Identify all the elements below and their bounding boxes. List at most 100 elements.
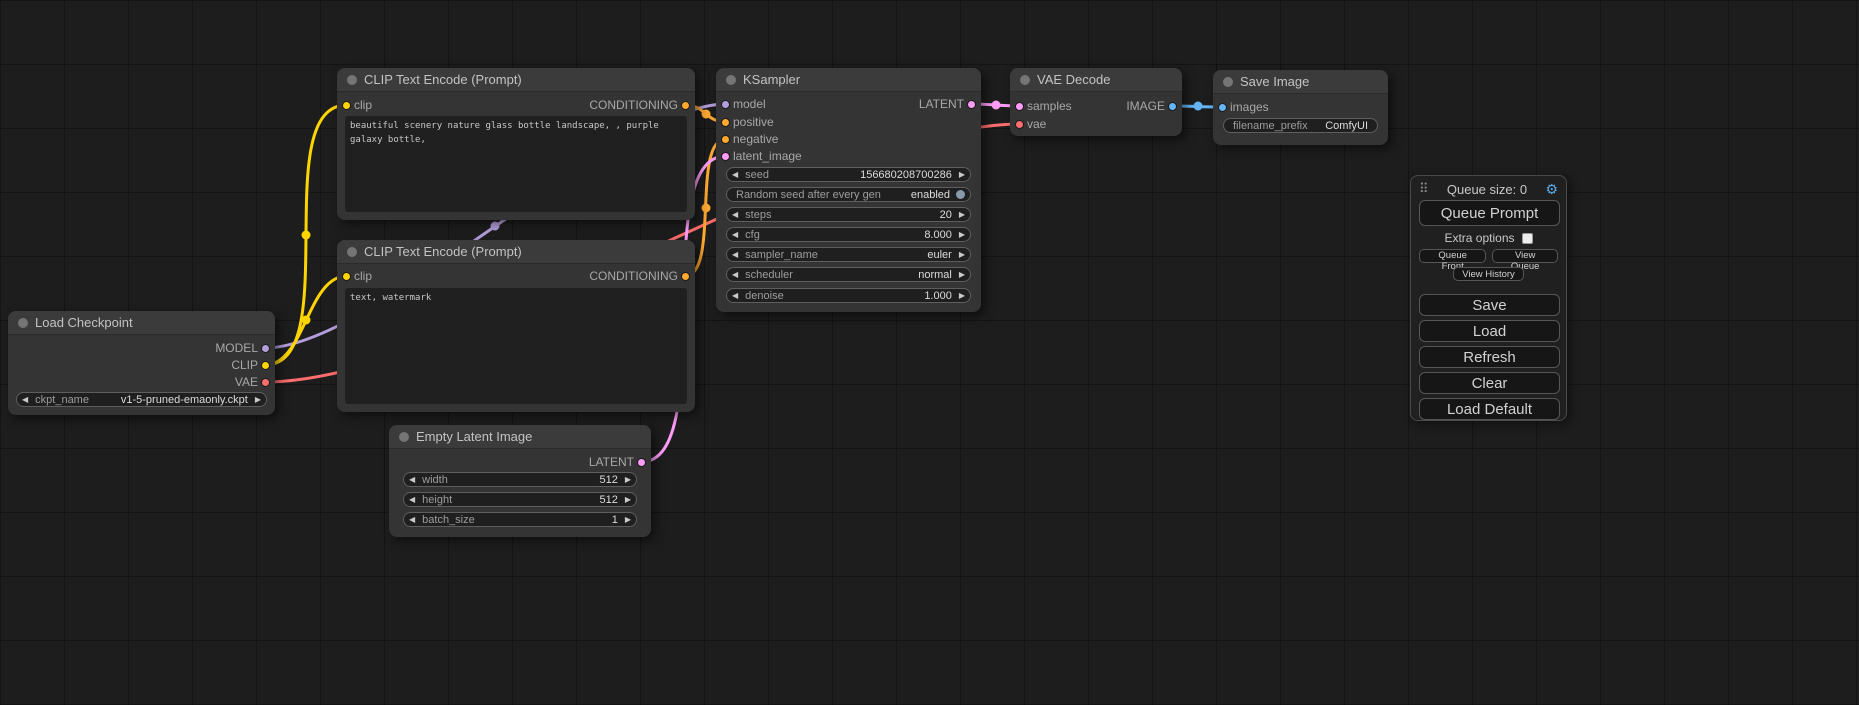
output-dot-model[interactable] [261,344,270,353]
decrement-arrow-icon[interactable]: ◀ [22,396,28,404]
node-titlebar[interactable]: Save Image [1213,70,1388,94]
widget-random-seed-toggle[interactable]: Random seed after every gen enabled [726,187,971,202]
wire-midpoint-dot [302,316,311,325]
slot-label: VAE [235,375,258,389]
widget-value: euler [927,249,951,261]
load-default-button[interactable]: Load Default [1419,398,1560,420]
queue-front-button[interactable]: Queue Front [1419,249,1486,263]
widget-seed[interactable]: ◀ seed 156680208700286 ▶ [726,167,971,182]
widget-ckpt-name[interactable]: ◀ ckpt_name v1-5-pruned-emaonly.ckpt ▶ [16,392,267,407]
node-ksampler[interactable]: KSampler model positive negative latent_… [716,68,981,312]
decrement-arrow-icon[interactable]: ◀ [732,211,738,219]
decrement-arrow-icon[interactable]: ◀ [732,231,738,239]
graph-canvas[interactable]: Load Checkpoint MODEL CLIP VAE ◀ ckpt_na… [0,0,1859,705]
increment-arrow-icon[interactable]: ▶ [959,292,965,300]
view-queue-button[interactable]: View Queue [1492,249,1558,263]
queue-prompt-button[interactable]: Queue Prompt [1419,200,1560,226]
node-titlebar[interactable]: Load Checkpoint [8,311,275,335]
collapse-dot-icon[interactable] [347,75,357,85]
increment-arrow-icon[interactable]: ▶ [959,251,965,259]
menu-drag-handle-icon[interactable]: ⠿ [1419,181,1429,197]
widget-filename-prefix[interactable]: filename_prefix ComfyUI [1223,118,1378,133]
increment-arrow-icon[interactable]: ▶ [959,231,965,239]
decrement-arrow-icon[interactable]: ◀ [732,171,738,179]
widget-width[interactable]: ◀ width 512 ▶ [403,472,637,487]
input-dot-images[interactable] [1218,103,1227,112]
node-save-image[interactable]: Save Image images filename_prefix ComfyU… [1213,70,1388,145]
increment-arrow-icon[interactable]: ▶ [625,516,631,524]
increment-arrow-icon[interactable]: ▶ [625,496,631,504]
decrement-arrow-icon[interactable]: ◀ [409,496,415,504]
node-titlebar[interactable]: CLIP Text Encode (Prompt) [337,68,695,92]
widget-denoise[interactable]: ◀ denoise 1.000 ▶ [726,288,971,303]
output-dot-clip[interactable] [261,361,270,370]
input-dot-positive[interactable] [721,118,730,127]
save-button[interactable]: Save [1419,294,1560,316]
output-dot-vae[interactable] [261,378,270,387]
refresh-button[interactable]: Refresh [1419,346,1560,368]
prompt-textarea[interactable]: beautiful scenery nature glass bottle la… [345,116,687,212]
output-dot-image[interactable] [1168,102,1177,111]
slot-label: positive [733,115,774,129]
increment-arrow-icon[interactable]: ▶ [255,396,261,404]
widget-cfg[interactable]: ◀ cfg 8.000 ▶ [726,227,971,242]
collapse-dot-icon[interactable] [1223,77,1233,87]
decrement-arrow-icon[interactable]: ◀ [732,292,738,300]
collapse-dot-icon[interactable] [347,247,357,257]
input-dot-clip[interactable] [342,272,351,281]
slot-label: LATENT [919,97,964,111]
collapse-dot-icon[interactable] [18,318,28,328]
increment-arrow-icon[interactable]: ▶ [625,476,631,484]
node-load-checkpoint[interactable]: Load Checkpoint MODEL CLIP VAE ◀ ckpt_na… [8,311,275,415]
node-vae-decode[interactable]: VAE Decode samples vae IMAGE [1010,68,1182,136]
collapse-dot-icon[interactable] [1020,75,1030,85]
widget-steps[interactable]: ◀ steps 20 ▶ [726,207,971,222]
settings-gear-icon[interactable]: ⚙ [1545,182,1558,196]
decrement-arrow-icon[interactable]: ◀ [732,251,738,259]
queue-menu-panel: ⠿ Queue size: 0 ⚙ Queue Prompt Extra opt… [1410,175,1567,421]
input-dot-latent-image[interactable] [721,152,730,161]
node-titlebar[interactable]: Empty Latent Image [389,425,651,449]
collapse-dot-icon[interactable] [726,75,736,85]
input-dot-vae[interactable] [1015,120,1024,129]
widget-batch-size[interactable]: ◀ batch_size 1 ▶ [403,512,637,527]
extra-options-checkbox[interactable] [1522,233,1533,244]
output-dot-conditioning[interactable] [681,101,690,110]
input-dot-clip[interactable] [342,101,351,110]
node-clip-text-encode-positive[interactable]: CLIP Text Encode (Prompt) clip CONDITION… [337,68,695,220]
decrement-arrow-icon[interactable]: ◀ [409,516,415,524]
output-slot-clip: CLIP [231,357,275,373]
widget-height[interactable]: ◀ height 512 ▶ [403,492,637,507]
increment-arrow-icon[interactable]: ▶ [959,211,965,219]
increment-arrow-icon[interactable]: ▶ [959,271,965,279]
output-dot-latent[interactable] [967,100,976,109]
widget-sampler-name[interactable]: ◀ sampler_name euler ▶ [726,247,971,262]
input-dot-negative[interactable] [721,135,730,144]
widget-label: denoise [745,290,784,302]
view-history-button[interactable]: View History [1453,267,1524,281]
load-button[interactable]: Load [1419,320,1560,342]
node-titlebar[interactable]: VAE Decode [1010,68,1182,92]
clear-button[interactable]: Clear [1419,372,1560,394]
slot-label: CLIP [231,358,258,372]
node-clip-text-encode-negative[interactable]: CLIP Text Encode (Prompt) clip CONDITION… [337,240,695,412]
output-slot-conditioning: CONDITIONING [589,268,695,284]
node-titlebar[interactable]: KSampler [716,68,981,92]
decrement-arrow-icon[interactable]: ◀ [409,476,415,484]
input-dot-samples[interactable] [1015,102,1024,111]
decrement-arrow-icon[interactable]: ◀ [732,271,738,279]
widget-scheduler[interactable]: ◀ scheduler normal ▶ [726,267,971,282]
toggle-indicator-icon[interactable] [956,190,965,199]
widget-label: width [422,474,448,486]
node-empty-latent-image[interactable]: Empty Latent Image LATENT ◀ width 512 ▶ … [389,425,651,537]
node-titlebar[interactable]: CLIP Text Encode (Prompt) [337,240,695,264]
widget-value: 156680208700286 [860,169,952,181]
increment-arrow-icon[interactable]: ▶ [959,171,965,179]
collapse-dot-icon[interactable] [399,432,409,442]
output-dot-conditioning[interactable] [681,272,690,281]
node-title: CLIP Text Encode (Prompt) [364,72,522,87]
prompt-textarea[interactable]: text, watermark [345,288,687,404]
input-dot-model[interactable] [721,100,730,109]
output-dot-latent[interactable] [637,458,646,467]
wire-midpoint-dot [992,101,1001,110]
